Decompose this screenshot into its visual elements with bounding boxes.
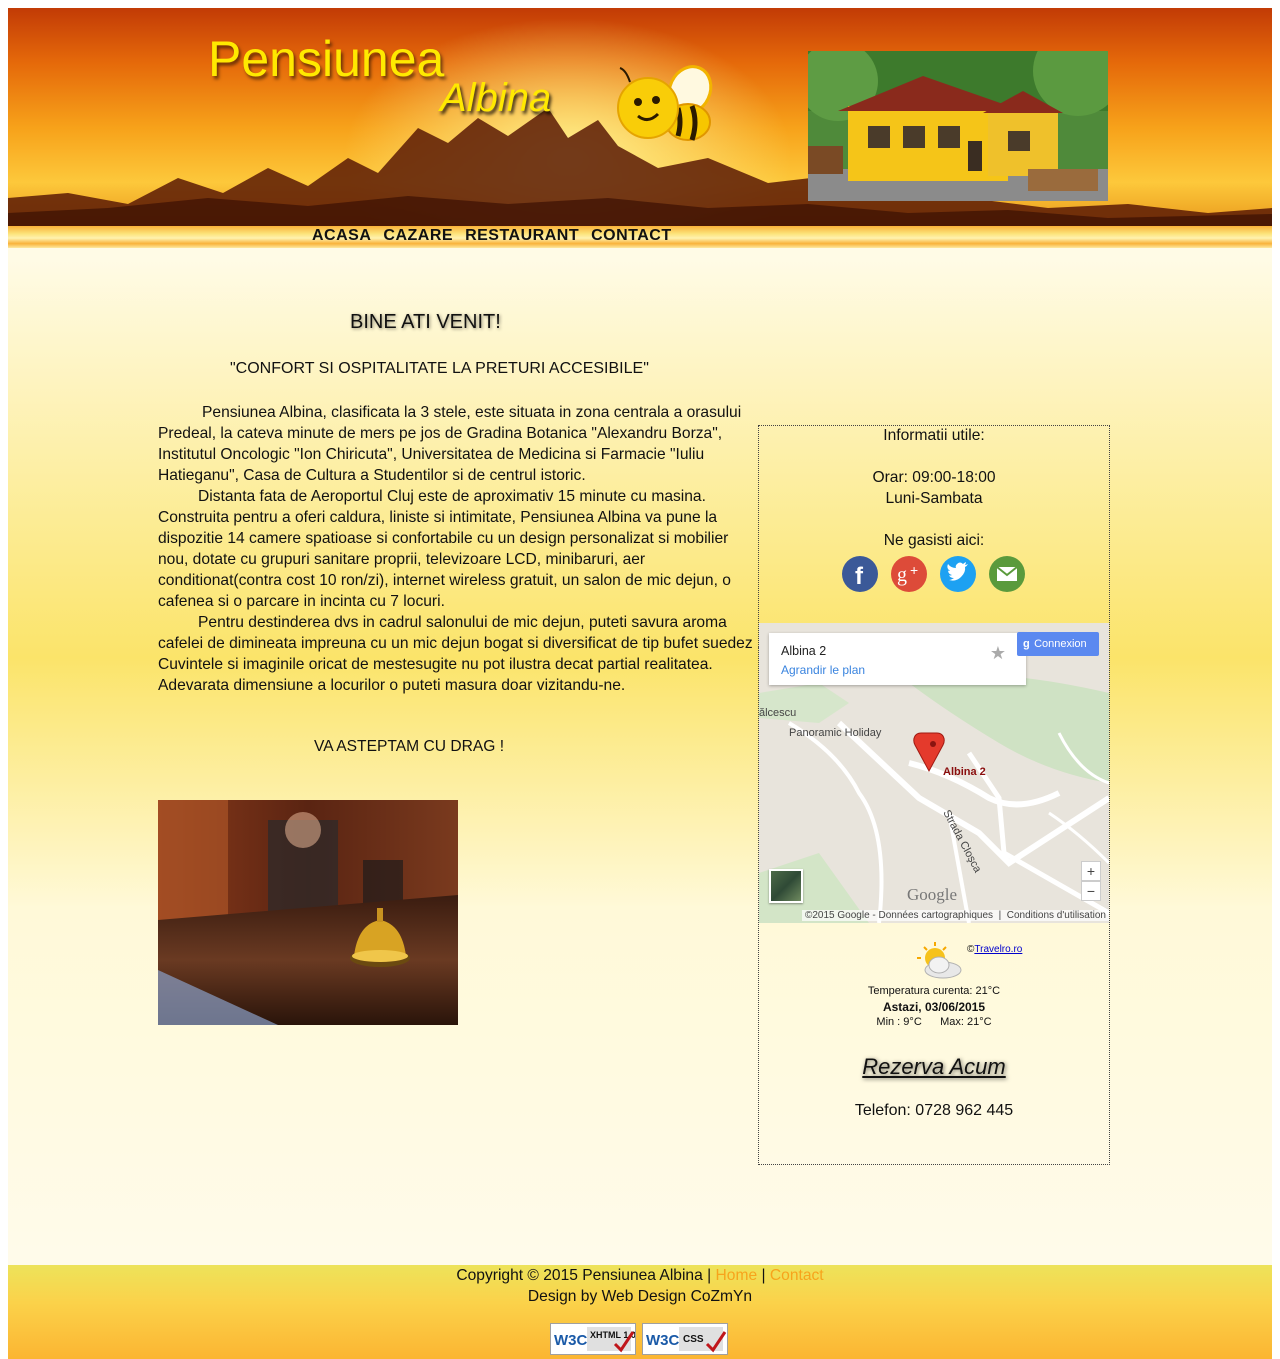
bee-logo-icon	[617, 65, 713, 141]
paragraph-visit: Adevarata dimensiune a locurilor o putet…	[158, 677, 626, 694]
partly-cloudy-icon	[917, 942, 962, 979]
svg-text:W3C: W3C	[646, 1332, 680, 1349]
separator: |	[761, 1267, 766, 1284]
motto-text: "CONFORT SI OSPITALITATE LA PRETURI ACCE…	[230, 360, 649, 377]
weather-date: Astazi, 03/06/2015	[882, 1000, 986, 1014]
google-g-icon: g	[1023, 638, 1030, 650]
nav-acasa[interactable]: ACASA	[312, 227, 371, 245]
info-sidebar: Informatii utile: Orar: 09:00-18:00 Luni…	[758, 425, 1110, 1165]
star-icon[interactable]: ★	[990, 643, 1006, 664]
paragraph-airport: Distanta fata de Aeroportul Cluj este de…	[198, 488, 706, 505]
svg-text:g: g	[897, 564, 907, 586]
map-poi-label: Panoramic Holiday	[789, 727, 882, 739]
place-card: Albina 2 Agrandir le plan ★	[769, 633, 1026, 685]
header-banner: Pensiunea Albina	[8, 8, 1272, 226]
paragraph-words: Cuvintele si imaginile oricat de mestesu…	[158, 656, 713, 673]
nav-cazare[interactable]: CAZARE	[383, 227, 453, 245]
design-credit: Design by Web Design CoZmYn	[527, 1288, 753, 1305]
w3c-xhtml-badge[interactable]: W3C XHTML 1.0	[550, 1323, 636, 1355]
reserve-now-link[interactable]: Rezerva Acum	[759, 1054, 1109, 1080]
brand-name: Pensiunea	[208, 31, 445, 87]
twitter-icon[interactable]	[940, 556, 976, 592]
facebook-icon[interactable]: f	[842, 556, 878, 592]
zoom-out-button[interactable]: −	[1081, 881, 1101, 901]
paragraph-location: Pensiunea Albina, clasificata la 3 stele…	[158, 404, 742, 484]
svg-text:W3C: W3C	[554, 1332, 588, 1349]
map-terms-link[interactable]: Conditions d'utilisation	[1007, 910, 1106, 921]
closing-text: VA ASTEPTAM CU DRAG !	[314, 738, 505, 755]
signin-label: Connexion	[1034, 638, 1087, 650]
google-map[interactable]: Albina 2 Agrandir le plan ★ g Connexion …	[759, 623, 1109, 923]
paragraph-rooms: Construita pentru a oferi caldura, linis…	[158, 509, 731, 610]
paragraph-breakfast: Pentru destinderea dvs in cadrul salonul…	[158, 614, 762, 652]
svg-text:+: +	[910, 562, 918, 578]
svg-text:f: f	[855, 563, 864, 590]
opening-days: Luni-Sambata	[885, 490, 983, 507]
min-max-temperature: Min : 9°C Max: 21°C	[876, 1016, 992, 1028]
footer-copyright-line: Copyright © 2015 Pensiunea Albina | Home…	[8, 1267, 1272, 1285]
nav-contact[interactable]: CONTACT	[591, 227, 672, 245]
find-us-label: Ne gasisti aici:	[883, 532, 985, 549]
google-plus-icon[interactable]: g +	[891, 556, 927, 592]
place-title: Albina 2	[781, 644, 827, 658]
info-title: Informatii utile:	[883, 427, 985, 444]
weather-credit: ©Travelro.ro	[967, 944, 1022, 955]
welcome-heading: BINE ATI VENIT!	[350, 311, 501, 333]
w3c-css-badge[interactable]: W3C CSS	[642, 1323, 728, 1355]
separator: |	[707, 1267, 712, 1284]
map-copyright: ©2015 Google - Données cartographiques	[805, 910, 994, 921]
guesthouse-photo	[808, 51, 1108, 201]
travelro-link[interactable]: Travelro.ro	[974, 944, 1022, 955]
page: Pensiunea Albina ACASA CAZARE RESTAURANT…	[8, 8, 1272, 1359]
current-temperature: Temperatura curenta: 21°C	[867, 985, 1001, 997]
reception-bell-photo	[158, 800, 458, 1025]
satellite-toggle[interactable]	[769, 869, 803, 903]
footer-home-link[interactable]: Home	[716, 1267, 758, 1284]
map-marker-label: Albina 2	[943, 766, 986, 778]
map-street-label: ălcescu	[759, 707, 797, 719]
css-badge-label: CSS	[683, 1334, 704, 1345]
brand-subname: Albina	[440, 76, 552, 120]
zoom-in-button[interactable]: +	[1081, 861, 1101, 881]
main-nav: ACASA CAZARE RESTAURANT CONTACT	[312, 227, 672, 245]
email-icon[interactable]	[989, 556, 1025, 592]
enlarge-map-link[interactable]: Agrandir le plan	[781, 663, 865, 677]
social-links: f g +	[842, 556, 1025, 592]
google-logo: Google	[907, 885, 958, 904]
footer-contact-link[interactable]: Contact	[770, 1267, 824, 1284]
footer: Copyright © 2015 Pensiunea Albina | Home…	[8, 1265, 1272, 1359]
opening-hours: Orar: 09:00-18:00	[872, 469, 996, 486]
copyright-text: Copyright © 2015 Pensiunea Albina	[456, 1267, 703, 1284]
phone-number: Telefon: 0728 962 445	[854, 1102, 1014, 1119]
map-attribution: ©2015 Google - Données cartographiques |…	[802, 910, 1109, 921]
nav-restaurant[interactable]: RESTAURANT	[465, 227, 579, 245]
description-text: Pensiunea Albina, clasificata la 3 stele…	[158, 402, 763, 696]
map-signin-button[interactable]: g Connexion	[1017, 632, 1099, 656]
